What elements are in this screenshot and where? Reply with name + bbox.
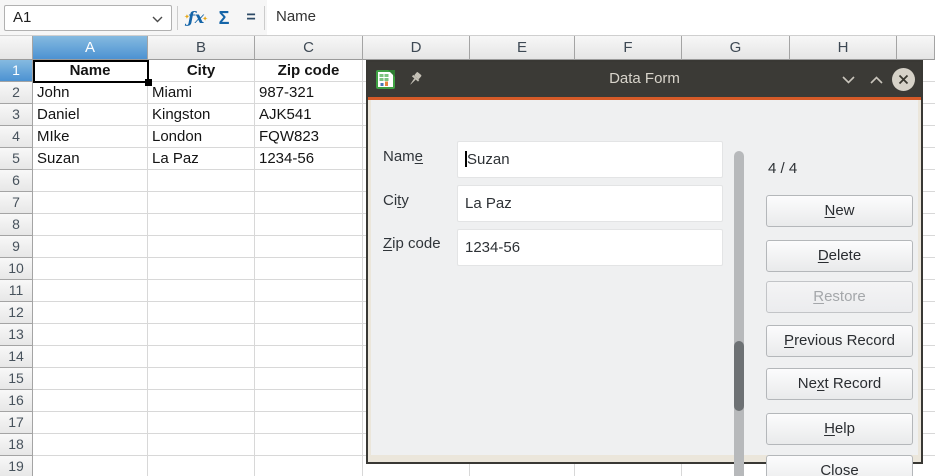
shade-chevron-up-icon[interactable] — [864, 62, 888, 97]
row-header-5[interactable]: 5 — [0, 148, 33, 170]
row-header-9[interactable]: 9 — [0, 236, 33, 258]
cell-B1[interactable]: City — [148, 60, 254, 82]
row-header-14[interactable]: 14 — [0, 346, 33, 368]
select-all-corner[interactable] — [0, 36, 33, 60]
cell-C2[interactable]: 987-321 — [255, 82, 362, 104]
formula-input[interactable]: Name — [267, 0, 935, 35]
row-header-3[interactable]: 3 — [0, 104, 33, 126]
column-header-B[interactable]: B — [148, 36, 255, 60]
row-header-6[interactable]: 6 — [0, 170, 33, 192]
row-header-19[interactable]: 19 — [0, 456, 33, 476]
data-form-dialog: Data Form 4 / 4 Name Suzan City La Paz Zip c… — [366, 60, 923, 464]
formula-toolbar: A1 ✦ ✦ ƒx Σ = Name — [0, 0, 935, 36]
fill-handle[interactable] — [145, 79, 152, 86]
cell-A5[interactable]: Suzan — [33, 148, 147, 170]
cell-C3[interactable]: AJK541 — [255, 104, 362, 126]
equals-icon[interactable]: = — [238, 4, 264, 32]
dialog-titlebar[interactable]: Data Form — [368, 62, 921, 97]
new-button[interactable]: New — [766, 195, 913, 227]
dialog-scrollbar[interactable] — [734, 151, 744, 476]
cell-B4[interactable]: London — [148, 126, 254, 148]
next-record-button[interactable]: Next Record — [766, 368, 913, 400]
row-header-16[interactable]: 16 — [0, 390, 33, 412]
sum-icon[interactable]: Σ — [211, 4, 237, 32]
delete-button[interactable]: Delete — [766, 240, 913, 272]
toolbar-separator — [264, 6, 265, 30]
row-header-13[interactable]: 13 — [0, 324, 33, 346]
close-button[interactable]: Close — [766, 455, 913, 476]
row-header-8[interactable]: 8 — [0, 214, 33, 236]
row-header-10[interactable]: 10 — [0, 258, 33, 280]
cell-C4[interactable]: FQW823 — [255, 126, 362, 148]
cell-B3[interactable]: Kingston — [148, 104, 254, 126]
column-headers: ABCDEFGH — [0, 36, 935, 60]
restore-button[interactable]: Restore — [766, 281, 913, 313]
toolbar-separator — [177, 6, 178, 30]
row-headers: 12345678910111213141516171819 — [0, 60, 33, 476]
cell-C5[interactable]: 1234-56 — [255, 148, 362, 170]
column-header-F[interactable]: F — [575, 36, 682, 60]
field-input-city[interactable]: La Paz — [457, 185, 723, 222]
close-icon[interactable] — [892, 68, 915, 91]
row-header-12[interactable]: 12 — [0, 302, 33, 324]
previous-record-button[interactable]: Previous Record — [766, 325, 913, 357]
cell-A4[interactable]: MIke — [33, 126, 147, 148]
cell-A1[interactable]: Name — [33, 60, 147, 82]
column-header-partial[interactable] — [897, 36, 935, 60]
field-label-city: City — [383, 192, 409, 209]
row-header-11[interactable]: 11 — [0, 280, 33, 302]
row-header-18[interactable]: 18 — [0, 434, 33, 456]
name-box[interactable]: A1 — [4, 5, 172, 31]
row-header-17[interactable]: 17 — [0, 412, 33, 434]
field-input-zip-code[interactable]: 1234-56 — [457, 229, 723, 266]
row-header-1[interactable]: 1 — [0, 60, 33, 82]
column-header-H[interactable]: H — [790, 36, 897, 60]
field-label-zip-code: Zip code — [383, 235, 441, 252]
cell-B5[interactable]: La Paz — [148, 148, 254, 170]
column-header-C[interactable]: C — [255, 36, 363, 60]
app-window: A1 ✦ ✦ ƒx Σ = Name ABCDEFGH 123456789101… — [0, 0, 935, 476]
field-label-name: Name — [383, 148, 423, 165]
cell-A2[interactable]: John — [33, 82, 147, 104]
dialog-body: 4 / 4 Name Suzan City La Paz Zip code 1234-56… — [371, 100, 918, 455]
help-button[interactable]: Help — [766, 413, 913, 445]
gridline-vertical — [362, 60, 363, 476]
cell-B2[interactable]: Miami — [148, 82, 254, 104]
name-box-value: A1 — [13, 9, 31, 26]
column-header-A[interactable]: A — [33, 36, 148, 60]
row-header-15[interactable]: 15 — [0, 368, 33, 390]
row-header-7[interactable]: 7 — [0, 192, 33, 214]
function-wizard-icon[interactable]: ✦ ✦ ƒx — [183, 4, 209, 32]
formula-content: Name — [276, 8, 316, 25]
column-header-G[interactable]: G — [682, 36, 790, 60]
shade-chevron-down-icon[interactable] — [836, 62, 860, 97]
column-header-D[interactable]: D — [363, 36, 470, 60]
field-input-name[interactable]: Suzan — [457, 141, 723, 178]
column-header-E[interactable]: E — [470, 36, 575, 60]
row-header-4[interactable]: 4 — [0, 126, 33, 148]
cell-C1[interactable]: Zip code — [255, 60, 362, 82]
cell-A3[interactable]: Daniel — [33, 104, 147, 126]
record-counter: 4 / 4 — [768, 160, 797, 177]
chevron-down-icon[interactable] — [152, 16, 163, 23]
dialog-scrollbar-thumb[interactable] — [734, 341, 744, 411]
row-header-2[interactable]: 2 — [0, 82, 33, 104]
